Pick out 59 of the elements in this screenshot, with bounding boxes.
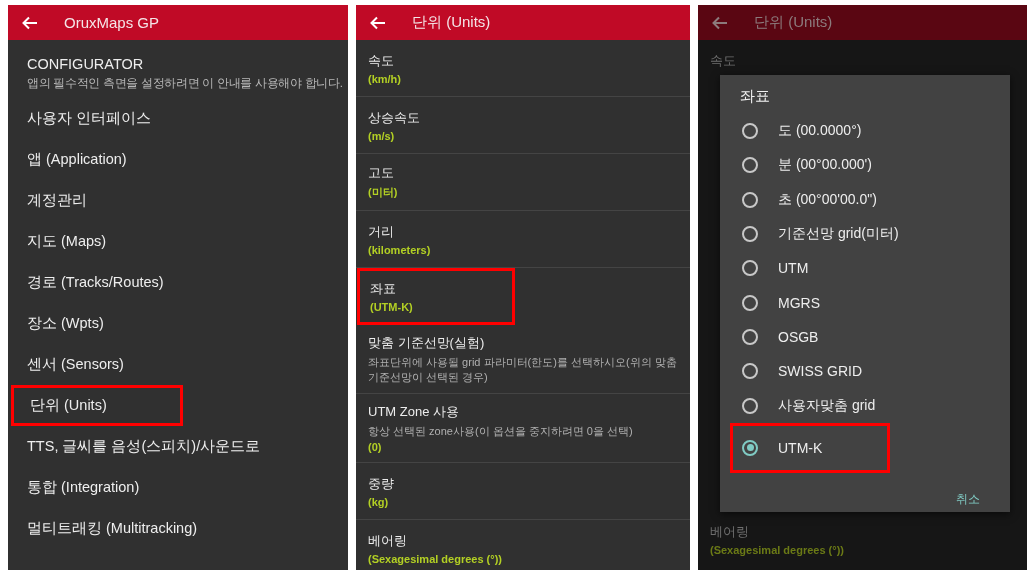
preference-row[interactable]: 베어링 (Sexagesimal degrees (°)) xyxy=(356,520,690,570)
radio-option[interactable]: 기준선망 grid(미터) xyxy=(720,216,1010,252)
radio-option[interactable]: 분 (00°00.000') xyxy=(720,148,1010,183)
preference-row[interactable]: 중량 (kg) xyxy=(356,463,690,520)
radio-option[interactable]: OSGB xyxy=(720,319,1010,355)
preference-row[interactable]: 고도 (미터) xyxy=(356,154,690,211)
back-arrow-icon[interactable] xyxy=(712,15,728,30)
menu-item[interactable]: 앱 (Application) xyxy=(8,139,348,180)
option-label: UTM xyxy=(778,260,809,277)
radio-button[interactable] xyxy=(742,157,758,174)
radio-button[interactable] xyxy=(742,363,758,380)
highlighted-menu-item[interactable]: 단위 (Units) xyxy=(11,385,183,426)
menu-item[interactable]: 계정관리 xyxy=(8,180,348,221)
screen-title: 단위 (Units) xyxy=(754,13,833,32)
menu-item[interactable]: 사용자 인터페이스 xyxy=(8,98,348,139)
radio-button[interactable] xyxy=(742,329,758,346)
option-label: OSGB xyxy=(778,329,819,346)
option-label: 기준선망 grid(미터) xyxy=(778,225,899,244)
preference-row[interactable]: 거리 (kilometers) xyxy=(356,211,690,268)
radio-button[interactable] xyxy=(742,123,758,140)
menu-item[interactable]: 센서 (Sensors) xyxy=(8,344,348,385)
radio-button[interactable] xyxy=(742,397,758,414)
preference-row-text: 베어링 (Sexagesimal degrees (°)) xyxy=(709,523,845,558)
radio-option[interactable]: 도 (00.0000°) xyxy=(720,114,1010,149)
radio-button[interactable] xyxy=(742,226,758,243)
preference-row[interactable]: 맞춤 기준선망(실험) 좌표단위에 사용될 grid 파라미터(한도)를 선택하시오(위의 맞춤 기준선망이 선택된 경우) xyxy=(356,325,690,394)
screen-title: OruxMaps GP xyxy=(64,14,160,31)
option-label: SWISS GRID xyxy=(778,363,862,380)
screen-title: 단위 (Units) xyxy=(412,13,491,32)
radio-option[interactable]: 사용자맞춤 grid xyxy=(720,388,1010,423)
option-label: 사용자맞춤 grid xyxy=(778,396,876,415)
radio-option[interactable]: SWISS GRID xyxy=(720,354,1010,389)
menu-item[interactable]: TTS, 글씨를 음성(스피치)/사운드로 xyxy=(8,426,348,467)
radio-option[interactable]: MGRS xyxy=(720,285,1010,320)
preference-row[interactable]: 상승속도 (m/s) xyxy=(356,97,690,154)
menu-item[interactable]: 멀티트래킹 (Multitracking) xyxy=(8,508,348,549)
option-label: 도 (00.0000°) xyxy=(778,122,862,141)
option-label: 초 (00°00'00.0") xyxy=(778,190,877,209)
radio-button[interactable] xyxy=(742,294,758,311)
radio-button[interactable] xyxy=(742,439,758,456)
radio-option[interactable]: 초 (00°00'00.0") xyxy=(720,182,1010,217)
menu-item[interactable]: 장소 (Wpts) xyxy=(8,303,348,344)
dialog-title: 좌표 xyxy=(739,87,771,106)
option-label: UTM-K xyxy=(778,439,823,456)
menu-item[interactable]: CONFIGURATOR 앱의 필수적인 측면을 설정하려면 이 안내를 사용해야 합니다. xyxy=(8,48,348,98)
cancel-button[interactable]: 취소 xyxy=(952,486,984,512)
menu-item[interactable]: 지도 (Maps) xyxy=(8,221,348,262)
highlighted-radio-option[interactable]: UTM-K xyxy=(730,422,890,473)
preference-row[interactable]: 속도 (km/h) xyxy=(356,40,690,97)
highlighted-preference-row[interactable]: 좌표 (UTM-K) xyxy=(357,268,515,325)
radio-button[interactable] xyxy=(742,191,758,208)
radio-button[interactable] xyxy=(742,260,758,277)
radio-option[interactable]: UTM xyxy=(720,251,1010,286)
menu-item[interactable]: 통합 (Integration) xyxy=(8,467,348,508)
option-label: MGRS xyxy=(778,294,820,311)
option-label: 분 (00°00.000') xyxy=(778,156,872,175)
preference-row-text: 속도 xyxy=(709,52,737,70)
menu-item[interactable]: 경로 (Tracks/Routes) xyxy=(8,262,348,303)
preference-row[interactable]: UTM Zone 사용 항상 선택된 zone사용(이 옵션을 중지하려면 0을 선택) (0) xyxy=(356,394,690,463)
